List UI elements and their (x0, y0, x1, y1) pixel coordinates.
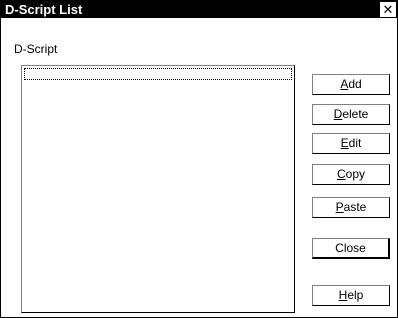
copy-button[interactable]: Copy (312, 164, 390, 185)
title-bar[interactable]: D-Script List ✕ (1, 1, 397, 18)
dscript-list-label: D-Script (14, 42, 58, 56)
add-button[interactable]: Add (312, 74, 390, 95)
dscript-list-dialog: D-Script List ✕ D-Script Add Delete Edit… (0, 0, 398, 318)
dscript-listbox[interactable] (21, 65, 295, 313)
delete-button[interactable]: Delete (312, 104, 390, 125)
help-button[interactable]: Help (312, 285, 390, 306)
close-button[interactable]: Close (312, 238, 390, 259)
close-icon[interactable]: ✕ (380, 2, 396, 17)
paste-button[interactable]: Paste (312, 197, 390, 218)
window-title: D-Script List (5, 2, 83, 17)
edit-button[interactable]: Edit (312, 133, 390, 154)
list-focus-rect[interactable] (24, 68, 292, 80)
